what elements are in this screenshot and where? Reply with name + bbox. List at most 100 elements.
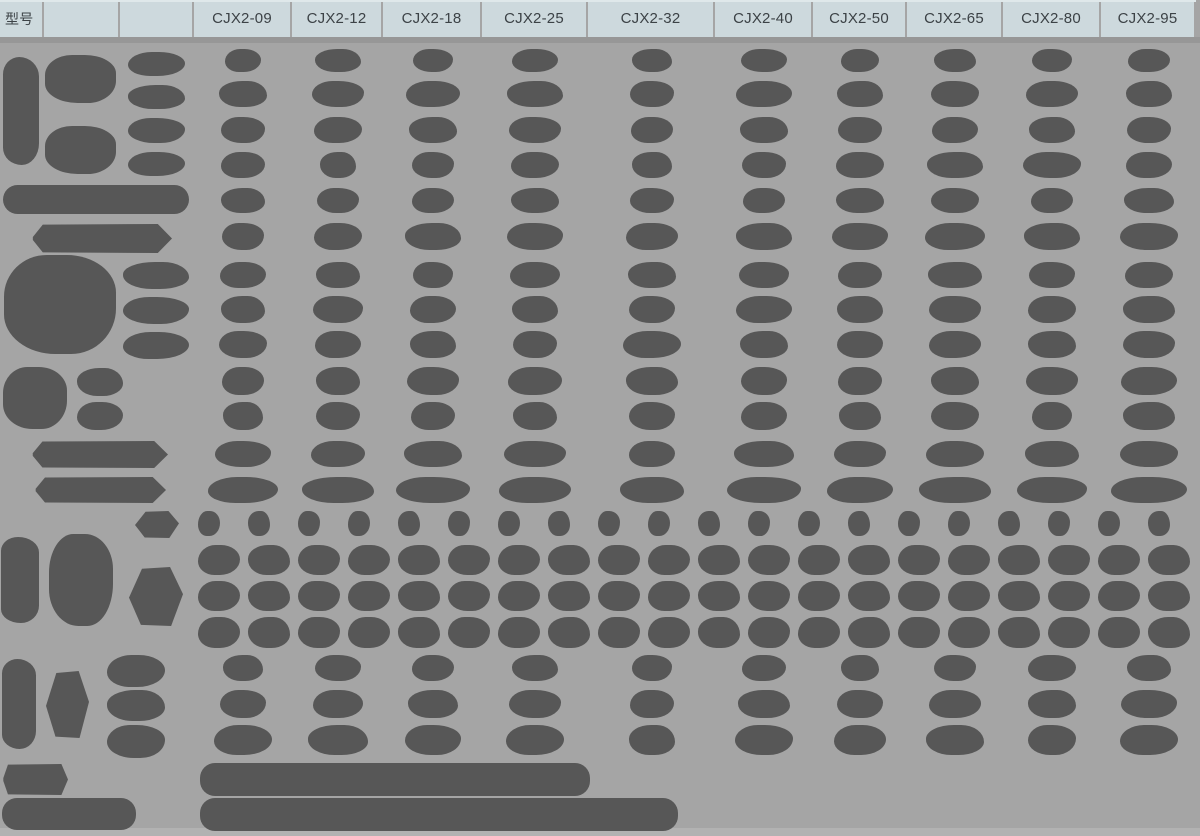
redacted-cell-blob <box>315 49 361 72</box>
redacted-cell-blob <box>225 49 261 72</box>
column-header-label: CJX2-12 <box>307 10 367 27</box>
redacted-cell-blob <box>735 725 793 755</box>
redacted-cell-blob <box>1017 477 1087 503</box>
redacted-cell-blob <box>220 262 266 288</box>
redacted-label-blob <box>128 52 185 76</box>
redacted-cell-blob <box>509 117 561 143</box>
redacted-cell-blob <box>513 402 557 430</box>
redacted-chain-blob <box>1048 581 1090 611</box>
redacted-cell-blob <box>1029 262 1075 288</box>
redacted-cell-blob <box>1031 188 1073 213</box>
redacted-cell-blob <box>222 367 264 395</box>
redacted-chain-blob <box>348 617 390 648</box>
redacted-chain-blob <box>498 617 540 648</box>
redacted-cell-blob <box>316 262 360 288</box>
redacted-cell-blob <box>738 690 790 718</box>
redacted-cell-blob <box>742 655 786 681</box>
redacted-label-blob <box>135 511 179 538</box>
redacted-chain-blob <box>548 511 570 536</box>
redacted-chain-blob <box>298 581 340 611</box>
redacted-cell-blob <box>219 331 267 358</box>
redacted-chain-blob <box>498 511 520 536</box>
redacted-chain-blob <box>848 545 890 575</box>
redacted-label-blob <box>2 764 68 795</box>
redacted-label-blob <box>77 368 123 396</box>
redacted-cell-blob <box>827 477 893 503</box>
redacted-cell-blob <box>841 655 879 681</box>
redacted-chain-blob <box>598 545 640 575</box>
column-header-label: CJX2-50 <box>829 10 889 27</box>
redacted-cell-blob <box>1028 655 1076 681</box>
redacted-cell-blob <box>934 655 976 681</box>
redacted-cell-blob <box>838 262 882 288</box>
column-header-cjx2-65: CJX2-65 <box>907 0 1001 37</box>
redacted-cell-blob <box>413 49 453 72</box>
redacted-cell-blob <box>221 188 265 213</box>
redacted-label-blob <box>3 57 39 165</box>
redacted-cell-blob <box>1120 223 1178 250</box>
redacted-label-blob <box>49 534 113 626</box>
column-header-cjx2-80: CJX2-80 <box>1003 0 1099 37</box>
column-header-cjx2-18: CJX2-18 <box>383 0 480 37</box>
redacted-cell-blob <box>221 117 265 143</box>
column-header-label: CJX2-80 <box>1021 10 1081 27</box>
redacted-cell-blob <box>834 725 886 755</box>
redacted-cell-blob <box>931 188 979 213</box>
redacted-chain-blob <box>1048 545 1090 575</box>
redacted-cell-blob <box>511 188 559 213</box>
column-header-label: CJX2-25 <box>504 10 564 27</box>
redacted-chain-blob <box>998 545 1040 575</box>
redacted-label-blob <box>129 567 183 626</box>
redacted-cell-blob <box>508 367 562 395</box>
redacted-cell-blob <box>1026 367 1078 395</box>
redacted-cell-blob <box>632 655 672 681</box>
redacted-chain-blob <box>248 581 290 611</box>
redacted-cell-blob <box>407 367 459 395</box>
redacted-label-blob <box>2 659 36 749</box>
redacted-chain-blob <box>1148 617 1190 648</box>
redacted-chain-blob <box>1098 581 1140 611</box>
redacted-cell-blob <box>509 690 561 718</box>
model-row-label: 型号 <box>5 9 33 29</box>
redacted-chain-blob <box>248 511 270 536</box>
redacted-chain-blob <box>448 617 490 648</box>
redacted-chain-blob <box>948 617 990 648</box>
redacted-cell-blob <box>1123 331 1175 358</box>
redacted-label-blob <box>30 441 168 468</box>
redacted-chain-blob <box>548 581 590 611</box>
redacted-chain-blob <box>348 511 370 536</box>
redacted-cell-blob <box>629 441 675 467</box>
redacted-cell-blob <box>836 188 884 213</box>
redacted-cell-blob <box>406 81 460 107</box>
redacted-cell-blob <box>931 81 979 107</box>
redacted-label-blob <box>128 85 185 109</box>
redacted-label-blob <box>123 297 189 324</box>
redacted-cell-blob <box>1029 117 1075 143</box>
redacted-chain-blob <box>398 617 440 648</box>
redacted-cell-blob <box>1120 441 1178 467</box>
redacted-cell-blob <box>510 262 560 288</box>
redacted-cell-blob <box>405 725 461 755</box>
redacted-chain-blob <box>798 581 840 611</box>
redacted-cell-blob <box>741 402 787 430</box>
redacted-cell-blob <box>1121 367 1177 395</box>
redacted-chain-blob <box>348 545 390 575</box>
redacted-cell-blob <box>632 49 672 72</box>
column-header-label: CJX2-40 <box>733 10 793 27</box>
redacted-chain-blob <box>898 617 940 648</box>
redacted-chain-blob <box>398 545 440 575</box>
redacted-cell-blob <box>499 477 571 503</box>
redacted-chain-blob <box>1098 545 1140 575</box>
redacted-chain-blob <box>1148 545 1190 575</box>
redacted-cell-blob <box>1127 117 1171 143</box>
redacted-label-blob <box>128 152 185 176</box>
redacted-chain-blob <box>1048 617 1090 648</box>
redacted-chain-blob <box>648 617 690 648</box>
redacted-cell-blob <box>302 477 374 503</box>
redacted-cell-blob <box>931 402 979 430</box>
redacted-chain-blob <box>1148 511 1170 536</box>
redacted-label-blob <box>46 671 89 738</box>
redacted-label-blob <box>3 185 189 214</box>
redacted-chain-blob <box>998 617 1040 648</box>
redacted-cell-blob <box>404 441 462 467</box>
